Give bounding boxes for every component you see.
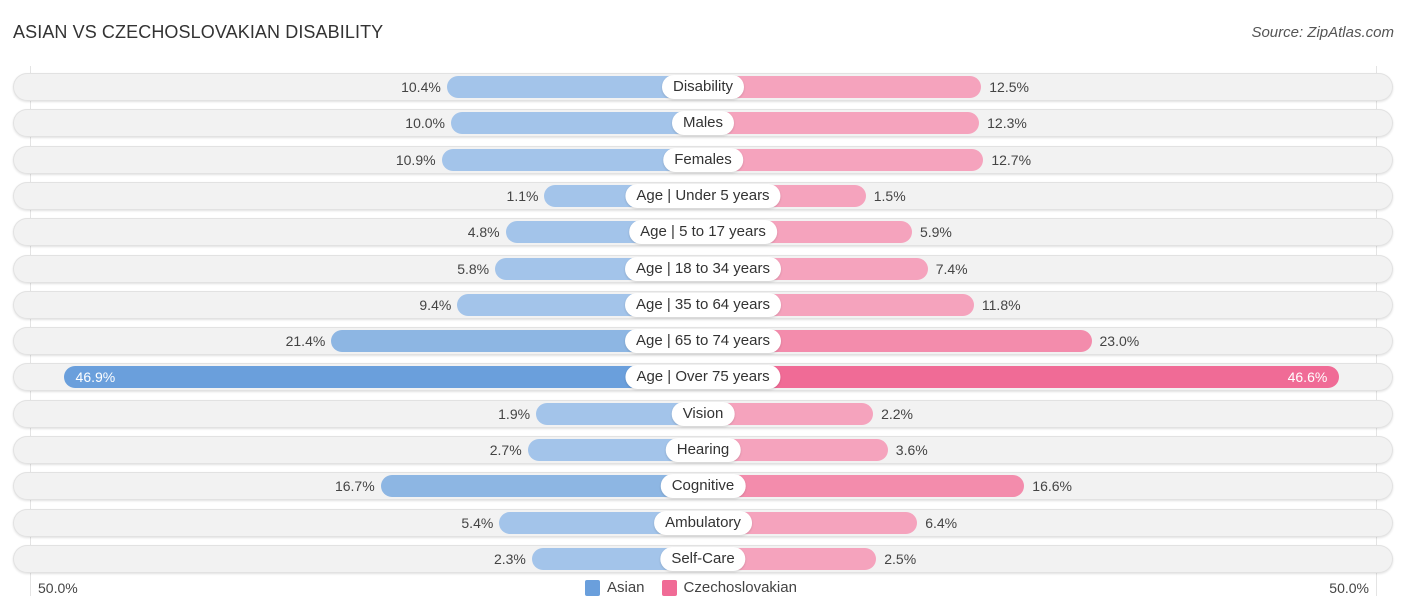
value-label-asian: 9.4% bbox=[419, 296, 452, 313]
bar-czechoslovakian bbox=[703, 76, 982, 98]
category-label: Age | Under 5 years bbox=[625, 183, 781, 208]
value-label-czechoslovakian: 5.9% bbox=[919, 224, 952, 241]
legend-item-czechoslovakian: Czechoslovakian bbox=[661, 579, 797, 596]
value-label-asian: 46.9% bbox=[75, 369, 116, 386]
value-label-asian: 10.4% bbox=[401, 79, 441, 95]
bar-czechoslovakian bbox=[703, 112, 980, 135]
value-label-asian: 5.4% bbox=[461, 514, 494, 531]
value-label-czechoslovakian: 2.5% bbox=[884, 550, 917, 567]
value-label-czechoslovakian: 2.2% bbox=[881, 405, 914, 422]
bar-asian bbox=[63, 366, 703, 389]
legend-label-czechoslovakian: Czechoslovakian bbox=[683, 579, 797, 596]
category-label: Females bbox=[663, 147, 743, 172]
axis-label-right: 50.0% bbox=[1329, 580, 1369, 596]
bar-asian bbox=[380, 475, 703, 498]
bar-czechoslovakian bbox=[703, 366, 1340, 389]
value-label-czechoslovakian: 16.6% bbox=[1032, 478, 1072, 495]
bar-asian bbox=[451, 112, 703, 135]
value-label-asian: 1.1% bbox=[506, 187, 539, 204]
category-label: Males bbox=[671, 111, 735, 136]
value-label-czechoslovakian: 7.4% bbox=[935, 260, 968, 277]
category-label: Age | Over 75 years bbox=[625, 365, 781, 390]
value-label-asian: 5.8% bbox=[457, 260, 490, 277]
axis-label-left: 50.0% bbox=[38, 580, 78, 596]
chart-rows: 10.4% 12.5% Disability 10.0% 12.3% Males 10.9%… bbox=[0, 0, 1406, 612]
legend-item-asian: Asian bbox=[585, 579, 645, 596]
value-label-asian: 2.3% bbox=[493, 550, 526, 567]
category-label: Age | 18 to 34 years bbox=[625, 256, 781, 281]
category-label: Age | 35 to 64 years bbox=[625, 292, 781, 317]
value-label-asian: 16.7% bbox=[334, 478, 375, 495]
value-label-czechoslovakian: 12.5% bbox=[989, 79, 1029, 95]
bar-czechoslovakian bbox=[703, 475, 1025, 498]
value-label-czechoslovakian: 6.4% bbox=[925, 514, 958, 531]
value-label-czechoslovakian: 46.6% bbox=[1287, 369, 1328, 386]
category-label: Age | 65 to 74 years bbox=[625, 329, 781, 354]
category-label: Age | 5 to 17 years bbox=[629, 220, 777, 245]
value-label-czechoslovakian: 12.7% bbox=[991, 151, 1032, 168]
value-label-asian: 10.9% bbox=[395, 151, 436, 168]
value-label-czechoslovakian: 11.8% bbox=[981, 296, 1021, 313]
value-label-czechoslovakian: 1.5% bbox=[873, 187, 906, 204]
category-label: Ambulatory bbox=[654, 510, 752, 535]
legend: Asian Czechoslovakian bbox=[585, 579, 814, 596]
value-label-asian: 10.0% bbox=[405, 115, 445, 132]
value-label-asian: 1.9% bbox=[498, 405, 531, 422]
value-label-czechoslovakian: 3.6% bbox=[895, 442, 928, 458]
legend-swatch-czechoslovakian bbox=[661, 579, 677, 596]
category-label: Self-Care bbox=[660, 546, 746, 571]
category-label: Cognitive bbox=[660, 474, 746, 499]
value-label-asian: 2.7% bbox=[489, 442, 522, 458]
value-label-asian: 21.4% bbox=[285, 333, 326, 350]
value-label-czechoslovakian: 12.3% bbox=[987, 115, 1027, 132]
category-label: Hearing bbox=[665, 438, 741, 462]
legend-swatch-asian bbox=[585, 579, 600, 596]
bar-czechoslovakian bbox=[703, 148, 984, 171]
legend-label-asian: Asian bbox=[607, 579, 645, 596]
category-label: Vision bbox=[671, 401, 735, 426]
value-label-asian: 4.8% bbox=[467, 224, 500, 241]
value-label-czechoslovakian: 23.0% bbox=[1099, 333, 1140, 350]
category-label: Disability bbox=[661, 75, 745, 99]
